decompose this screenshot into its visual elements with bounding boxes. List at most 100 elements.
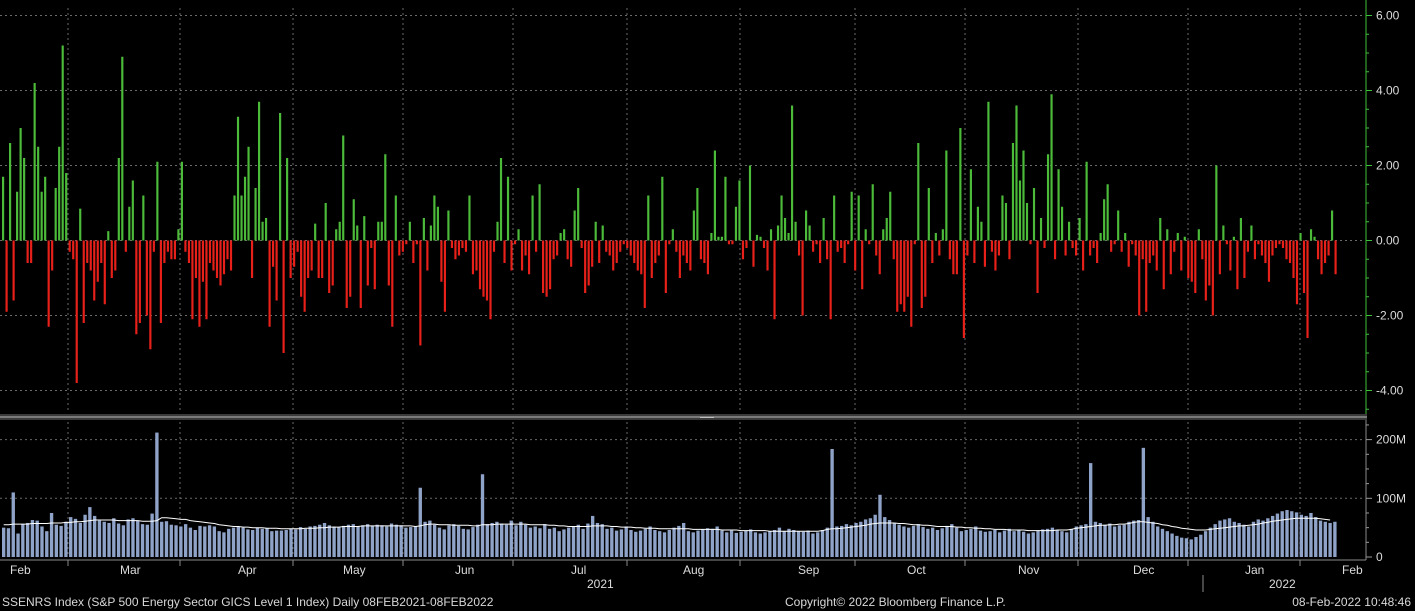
returns-bar [1243,240,1246,278]
returns-bar [598,240,601,263]
returns-bar [124,240,127,252]
volume-bar [753,532,758,557]
volume-bar [203,526,207,557]
returns-bar [843,240,846,263]
volume-bar [1266,518,1270,557]
volume-bar [1189,539,1193,557]
volume-bar [370,525,375,557]
returns-bar [1194,240,1197,293]
volume-bar [681,522,686,557]
returns-bar [1218,240,1221,275]
returns-bar [275,240,278,301]
volume-bar [1093,521,1098,557]
returns-bar [2,176,5,241]
returns-bar [86,240,89,263]
returns-bar [577,188,580,241]
returns-bar [450,240,454,248]
returns-bar [1330,210,1334,241]
returns-bar [1316,240,1320,260]
returns-bar [89,240,92,271]
volume-bar [126,519,130,557]
returns-bar [1099,233,1102,241]
volume-bar [21,524,25,557]
returns-bar [314,223,317,241]
volume-bar [792,530,796,557]
volume-bar [112,518,116,557]
returns-bar [535,240,538,252]
returns-bar [668,240,671,245]
volume-bar [614,530,619,557]
returns-bar [1183,236,1186,241]
volume-bar [145,524,150,557]
volume-bar [720,530,724,557]
returns-bar [335,229,338,241]
returns-bar [222,240,226,275]
volume-bar [365,524,370,557]
returns-bar [647,195,650,241]
volume-bar [763,532,767,557]
returns-bar [107,231,110,241]
volume-bar [332,526,336,557]
returns-bar [1106,184,1109,241]
returns-bar [608,240,611,256]
volume-bar [294,529,298,557]
volume-bar [907,527,911,557]
returns-bar [363,216,366,241]
volume-bar [691,532,695,557]
volume-bar [634,531,638,557]
volume-bar [1065,532,1069,557]
volume-bar [341,525,346,557]
returns-bar [1278,240,1281,245]
volume-bar [121,525,126,557]
returns-bar [724,176,727,241]
returns-bar [156,161,159,241]
returns-bar [1120,240,1123,252]
returns-bar [878,240,881,275]
volume-bar [140,524,145,557]
returns-bar [913,240,916,245]
volume-bar [432,524,437,557]
volume-bar [715,526,719,557]
returns-bar [566,240,569,260]
returns-bar [584,240,587,293]
returns-bar [443,240,446,312]
volume-bar [849,525,853,557]
returns-bar [1022,150,1025,241]
returns-bar [103,240,106,305]
returns-bar [338,221,341,241]
returns-bar [973,240,976,263]
volume-bar [897,524,901,557]
returns-bar [194,240,198,278]
returns-bar [401,240,404,252]
volume-bar [581,528,585,557]
returns-bar [184,240,187,252]
volume-bar [337,527,341,557]
returns-bar [836,240,839,252]
volume-bar [49,512,54,557]
returns-bar [433,195,436,241]
volume-bar [1270,515,1275,557]
returns-bar [773,240,776,320]
returns-bar [570,240,573,267]
returns-bar [1124,233,1127,241]
returns-bar [296,240,299,252]
returns-axis-tick-label: 4.00 [1376,84,1400,98]
volume-bar [734,532,738,557]
returns-bar [1271,240,1274,256]
returns-bar [994,240,997,271]
returns-bar [780,195,783,241]
grid-lines [0,8,1363,557]
returns-bar [734,206,738,241]
volume-bar [806,530,810,557]
returns-bar [1025,203,1029,241]
returns-bar [549,240,552,290]
returns-bar [748,165,752,241]
volume-bar [1165,531,1169,557]
returns-bar [1001,195,1004,241]
returns-bar [657,240,660,256]
returns-bar [468,195,471,241]
returns-axis-tick-label: -2.00 [1376,309,1404,323]
volume-bar [1170,533,1174,557]
returns-bar [1246,240,1249,252]
volume-bar [1160,528,1165,557]
